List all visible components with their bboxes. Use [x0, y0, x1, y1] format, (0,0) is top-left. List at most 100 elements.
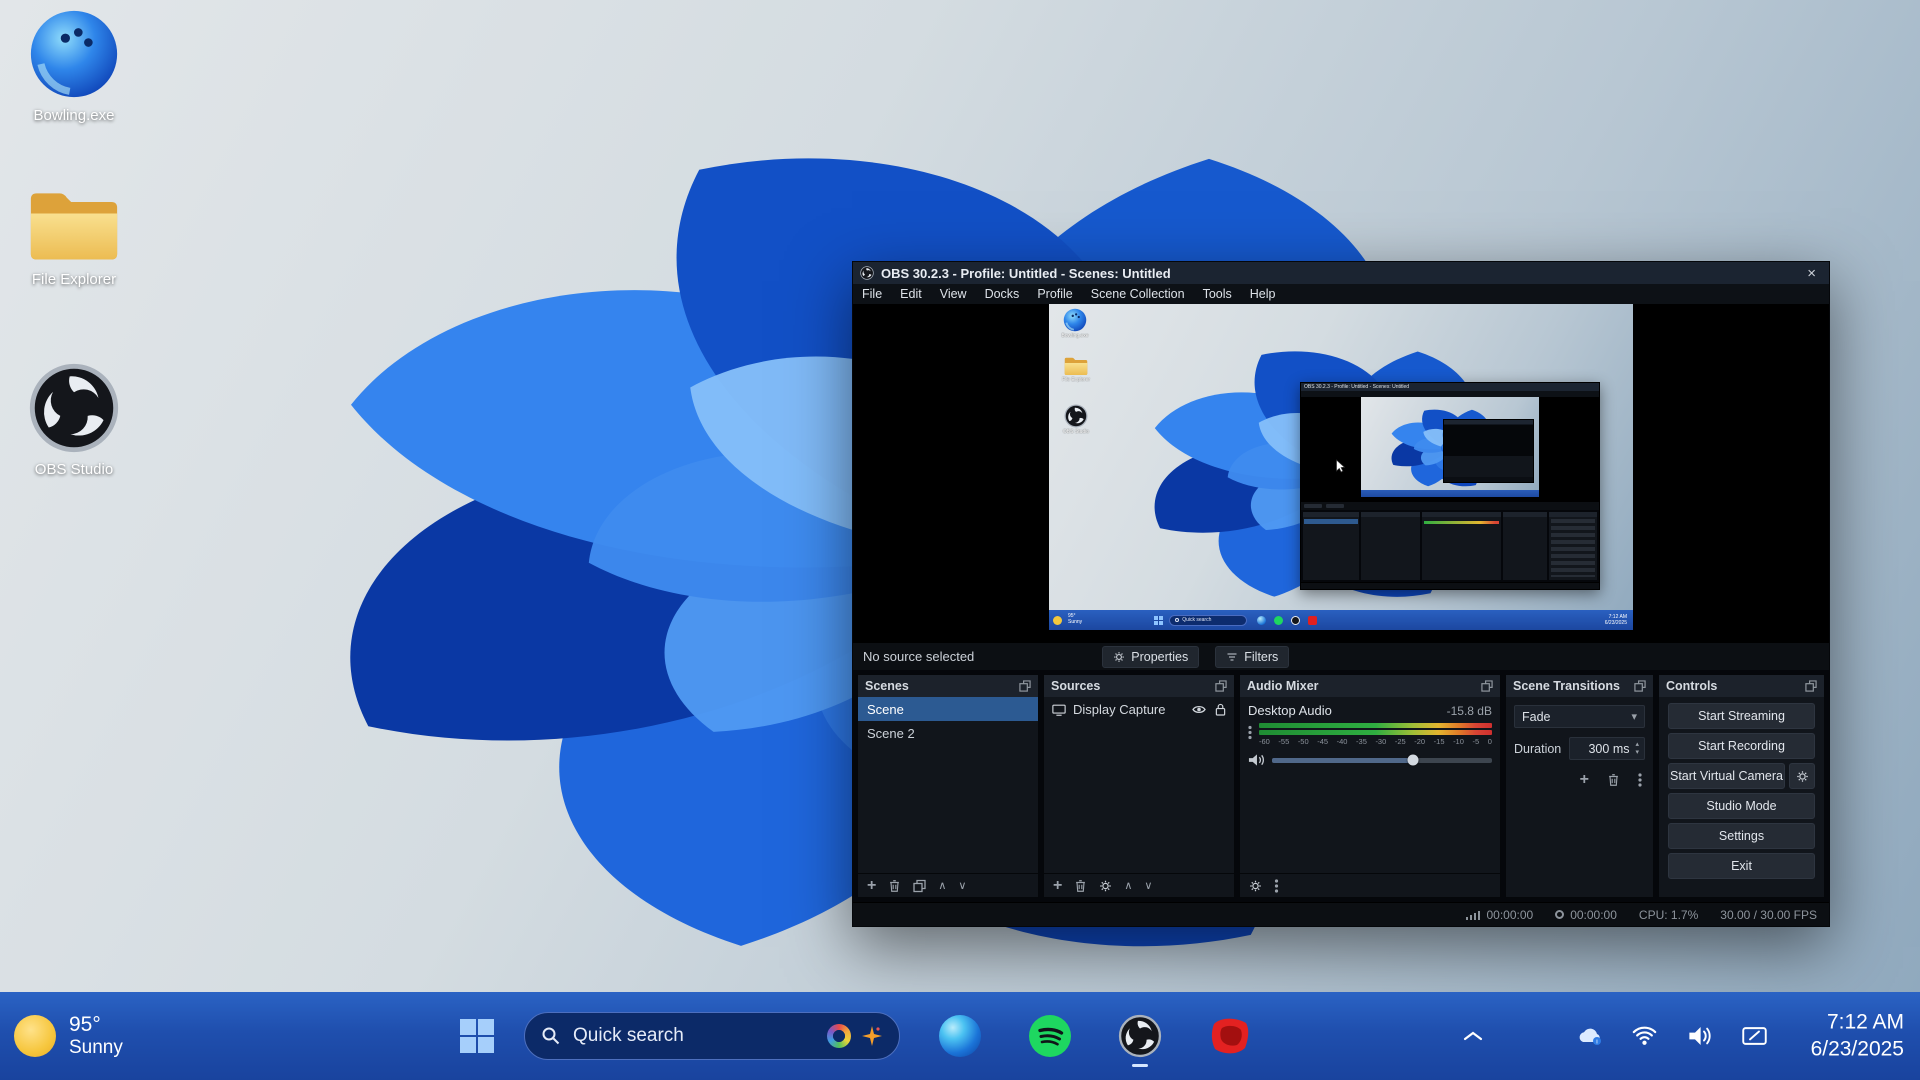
source-toolbar-buttons: Properties Filters	[1102, 646, 1289, 668]
meter-tick: 0	[1488, 737, 1492, 746]
active-app-indicator	[1132, 1064, 1148, 1067]
lock-icon[interactable]	[1215, 703, 1226, 716]
windows-logo-icon	[460, 1019, 494, 1053]
obs-preview-area[interactable]: Bowling.exe File Explorer OBS Studio OBS…	[853, 304, 1829, 642]
tray-overflow-button[interactable]	[1462, 1029, 1484, 1043]
visual-search-icon[interactable]	[827, 1024, 851, 1048]
settings-button[interactable]: Settings	[1668, 823, 1815, 849]
popout-icon[interactable]	[1634, 680, 1646, 692]
menu-item-view[interactable]: View	[931, 287, 976, 301]
record-timer-item: 00:00:00	[1555, 908, 1617, 922]
menu-item-file[interactable]: File	[853, 287, 891, 301]
spotify-icon	[1028, 1014, 1072, 1058]
controls-title: Controls	[1666, 679, 1717, 693]
menu-item-docks[interactable]: Docks	[976, 287, 1029, 301]
mute-toggle-speaker-icon[interactable]	[1248, 753, 1265, 767]
popout-icon[interactable]	[1215, 680, 1227, 692]
remove-scene-button[interactable]	[888, 879, 901, 893]
start-virtual-camera-button[interactable]: Start Virtual Camera	[1668, 763, 1785, 789]
search-input[interactable]: Quick search	[524, 1012, 900, 1060]
menu-item-scene-collection[interactable]: Scene Collection	[1082, 287, 1194, 301]
duration-spinner[interactable]: ▴▾	[1635, 741, 1639, 756]
menu-item-profile[interactable]: Profile	[1028, 287, 1081, 301]
desktop-icon-obs-studio[interactable]: OBS Studio	[8, 362, 140, 478]
volume-slider-handle[interactable]	[1407, 755, 1418, 766]
edge-sphere-icon	[939, 1015, 981, 1057]
scene-item-scene-2[interactable]: Scene 2	[858, 721, 1038, 745]
sources-panel-header[interactable]: Sources	[1044, 675, 1234, 697]
popout-icon[interactable]	[1805, 680, 1817, 692]
fireworks-icon[interactable]	[861, 1025, 883, 1047]
obs-logo-icon	[860, 266, 874, 280]
exit-button[interactable]: Exit	[1668, 853, 1815, 879]
add-transition-button[interactable]: +	[1580, 772, 1589, 788]
duplicate-scene-button[interactable]	[913, 879, 926, 893]
transitions-panel-header[interactable]: Scene Transitions	[1506, 675, 1653, 697]
capture-obs-statusbar	[1301, 582, 1599, 589]
visibility-eye-icon[interactable]	[1192, 704, 1206, 715]
taskbar-app-spotify[interactable]	[1028, 1014, 1072, 1058]
desktop-icon-file-explorer[interactable]: File Explorer	[8, 176, 140, 288]
taskbar-app-obs[interactable]	[1118, 1014, 1162, 1058]
virtual-camera-config-button[interactable]	[1789, 763, 1815, 789]
popout-icon[interactable]	[1481, 680, 1493, 692]
properties-button[interactable]: Properties	[1102, 646, 1199, 668]
remove-source-button[interactable]	[1074, 879, 1087, 893]
capture-icon-label: Bowling.exe	[1062, 333, 1089, 339]
volume-icon[interactable]	[1686, 1025, 1713, 1048]
weather-widget[interactable]: 95° Sunny	[14, 992, 123, 1080]
capture-detail	[1304, 504, 1322, 508]
add-scene-button[interactable]: +	[867, 878, 876, 894]
move-scene-up-button[interactable]: ∧	[938, 879, 946, 892]
popout-icon[interactable]	[1019, 680, 1031, 692]
move-source-down-button[interactable]: ∨	[1144, 879, 1152, 892]
taskbar-clock[interactable]: 7:12 AM 6/23/2025	[1811, 1009, 1904, 1064]
duration-input[interactable]: 300 ms ▴▾	[1569, 737, 1645, 760]
source-row-display-capture[interactable]: Display Capture	[1044, 697, 1234, 722]
move-source-up-button[interactable]: ∧	[1124, 879, 1132, 892]
advanced-audio-gear-button[interactable]	[1249, 879, 1262, 893]
meter-bar-left	[1259, 723, 1492, 728]
start-streaming-button[interactable]: Start Streaming	[1668, 703, 1815, 729]
taskbar-app-edge[interactable]	[938, 1014, 982, 1058]
source-row-controls	[1192, 703, 1226, 716]
sources-toolbar: + ∧ ∨	[1044, 873, 1234, 897]
menu-item-edit[interactable]: Edit	[891, 287, 931, 301]
move-scene-down-button[interactable]: ∨	[958, 879, 966, 892]
scene-item-scene[interactable]: Scene	[858, 697, 1038, 721]
mixer-kebab-menu-button[interactable]	[1248, 725, 1252, 740]
menu-item-tools[interactable]: Tools	[1194, 287, 1241, 301]
audio-mixer-header[interactable]: Audio Mixer	[1240, 675, 1500, 697]
cloud-icon[interactable]: i	[1576, 1025, 1603, 1048]
close-button[interactable]: ×	[1801, 266, 1822, 281]
chevron-down-icon: ▾	[1631, 710, 1637, 723]
wifi-icon[interactable]	[1631, 1025, 1658, 1048]
add-source-button[interactable]: +	[1053, 878, 1062, 894]
transition-select[interactable]: Fade ▾	[1514, 705, 1645, 728]
scenes-toolbar: + ∧ ∨	[858, 873, 1038, 897]
capture-nested-obs-window	[1443, 419, 1534, 483]
studio-mode-button[interactable]: Studio Mode	[1668, 793, 1815, 819]
desktop-icon-bowling[interactable]: Bowling.exe	[8, 8, 140, 124]
remove-transition-button[interactable]	[1607, 773, 1620, 787]
weather-temperature: 95°	[69, 1012, 123, 1037]
meter-scale: -60 -55 -50 -45 -40 -35 -30 -25 -20 -1	[1259, 737, 1492, 746]
source-properties-button[interactable]	[1099, 879, 1112, 893]
mixer-menu-button[interactable]	[1274, 879, 1279, 893]
pen-tablet-icon[interactable]	[1741, 1025, 1768, 1048]
filters-button[interactable]: Filters	[1215, 646, 1289, 668]
capture-red-app-icon	[1308, 616, 1317, 625]
transition-menu-button[interactable]	[1638, 773, 1642, 787]
start-button[interactable]	[455, 1014, 499, 1058]
menu-item-help[interactable]: Help	[1241, 287, 1285, 301]
volume-slider[interactable]	[1272, 758, 1492, 763]
audio-mixer-body: Desktop Audio -15.8 dB -60 -55	[1240, 697, 1500, 873]
capture-sun-icon	[1053, 616, 1062, 625]
taskbar-app-red[interactable]	[1208, 1014, 1252, 1058]
obs-titlebar[interactable]: OBS 30.2.3 - Profile: Untitled - Scenes:…	[853, 262, 1829, 284]
controls-panel-header[interactable]: Controls	[1659, 675, 1824, 697]
scenes-panel-header[interactable]: Scenes	[858, 675, 1038, 697]
start-recording-button[interactable]: Start Recording	[1668, 733, 1815, 759]
weather-condition: Sunny	[69, 1037, 123, 1060]
capture-bowling-icon	[1063, 308, 1087, 332]
